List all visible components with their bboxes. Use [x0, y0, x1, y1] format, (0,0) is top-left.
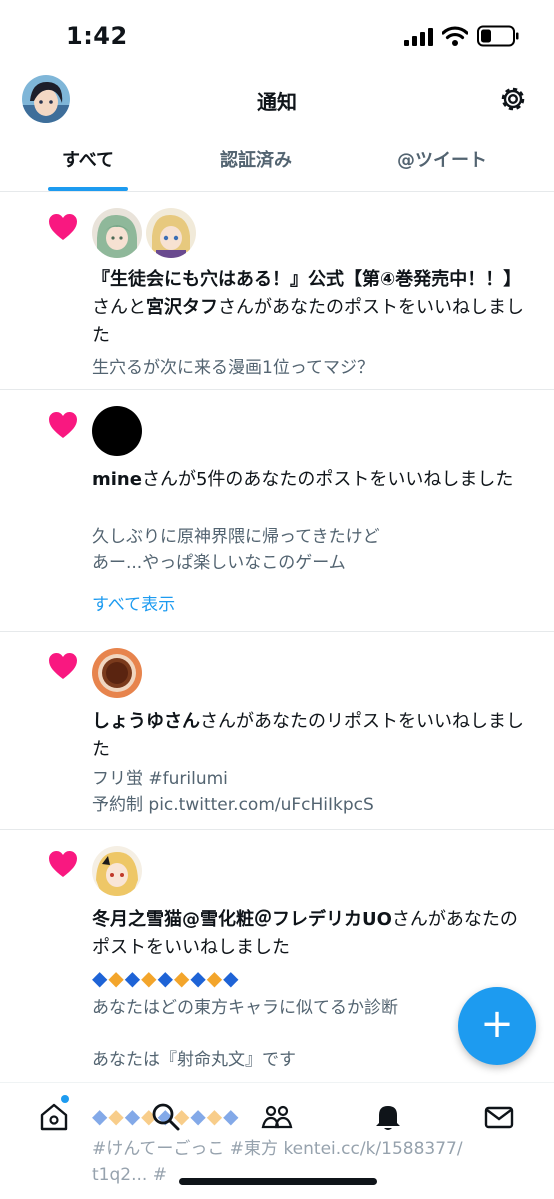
avatar[interactable] [92, 846, 142, 896]
notification-text: しょうゆさんさんがあなたのリポストをいいねしました [92, 711, 524, 760]
notifications-bell-icon[interactable] [372, 1101, 404, 1133]
avatar[interactable] [146, 208, 196, 258]
home-indicator [179, 1178, 377, 1185]
page-title: 通知 [257, 90, 297, 114]
top-header: 通知 [0, 70, 554, 128]
heart-icon [49, 412, 77, 438]
avatar[interactable] [92, 208, 142, 258]
avatar[interactable] [92, 648, 142, 698]
heart-icon [49, 214, 77, 240]
compose-button[interactable]: + [458, 987, 536, 1065]
notification-item[interactable]: しょうゆさんさんがあなたのリポストをいいねしました フリ蛍 #furilumi … [0, 633, 554, 830]
tab-verified[interactable]: 認証済み [166, 146, 346, 172]
actor-name[interactable]: 冬月之雪猫@雪化粧＠フレデリカUO [92, 909, 392, 930]
search-icon[interactable] [150, 1101, 182, 1133]
actor-name[interactable]: 『生徒会にも穴はある！』公式【第④巻発売中！！】 [92, 269, 521, 290]
unread-dot [61, 1095, 69, 1103]
settings-gear-icon[interactable] [498, 84, 528, 114]
notification-text: 冬月之雪猫@雪化粧＠フレデリカUOさんがあなたのポストをいいねしました [92, 909, 518, 958]
notification-item[interactable]: mineさんが5件のあなたのポストをいいねしました 久しぶりに原神界隈に帰ってき… [0, 391, 554, 632]
tab-mentions[interactable]: @ツイート [352, 146, 532, 172]
battery-icon [477, 25, 519, 47]
notification-text: mineさんが5件のあなたのポストをいいねしました [92, 469, 514, 490]
post-preview: 久しぶりに原神界隈に帰ってきたけど あー...やっぱ楽しいなこのゲーム [92, 527, 380, 573]
actor-name[interactable]: しょうゆさん [92, 711, 200, 732]
actor-name[interactable]: mine [92, 469, 142, 490]
status-bar: 1:42 [0, 0, 554, 70]
communities-icon[interactable] [261, 1101, 293, 1133]
post-preview: 生穴るが次に来る漫画1位ってマジ？ [92, 358, 374, 378]
show-all-link[interactable]: すべて表示 [92, 590, 175, 615]
notification-tabs: すべて 認証済み @ツイート [0, 134, 554, 192]
notification-item[interactable]: 『生徒会にも穴はある！』公式【第④巻発売中！！】さんと宮沢タフさんがあなたのポス… [0, 193, 554, 390]
heart-icon [49, 851, 77, 877]
heart-icon [49, 653, 77, 679]
diamond-emoji-row: ◆◆◆◆◆◆◆◆◆ [92, 966, 240, 990]
status-time: 1:42 [66, 22, 128, 50]
messages-mail-icon[interactable] [483, 1101, 515, 1133]
home-icon[interactable] [38, 1101, 70, 1133]
avatar[interactable] [92, 406, 142, 456]
wifi-icon [442, 26, 468, 46]
actor-name[interactable]: 宮沢タフ [146, 297, 218, 318]
tab-all[interactable]: すべて [0, 146, 178, 172]
notification-text: 『生徒会にも穴はある！』公式【第④巻発売中！！】さんと宮沢タフさんがあなたのポス… [92, 269, 524, 346]
plus-icon: + [480, 1001, 514, 1047]
cellular-signal-icon [404, 28, 433, 46]
active-tab-indicator [48, 187, 128, 191]
post-preview: フリ蛍 #furilumi 予約制 pic.twitter.com/uFcHiI… [92, 769, 374, 815]
